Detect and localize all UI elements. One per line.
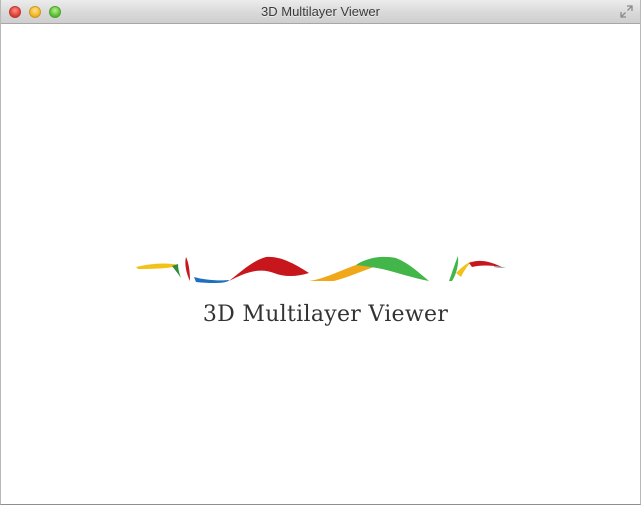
fullscreen-icon[interactable] — [620, 5, 633, 18]
window-title: 3D Multilayer Viewer — [261, 4, 380, 19]
multilayer-wave-logo-icon — [136, 256, 506, 284]
app-window: 3D Multilayer Viewer 3D Multilayer Viewe… — [0, 0, 641, 505]
app-name-heading: 3D Multilayer Viewer — [202, 302, 449, 327]
title-bar[interactable]: 3D Multilayer Viewer — [1, 0, 640, 24]
splash-area: 3D Multilayer Viewer — [1, 24, 640, 504]
